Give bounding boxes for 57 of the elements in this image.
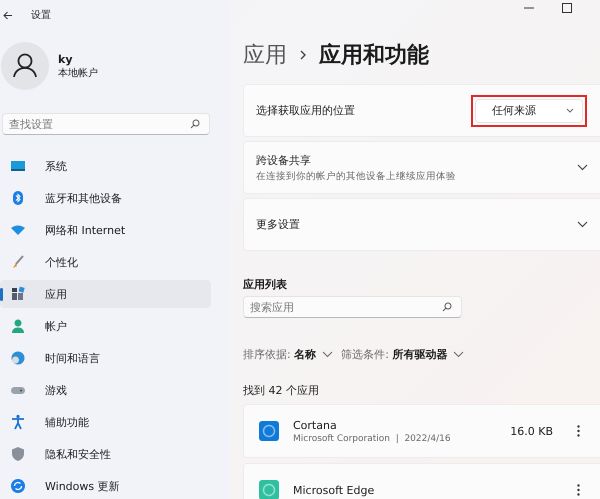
update-icon [10, 478, 26, 494]
avatar-icon [1, 42, 49, 90]
maximize-icon[interactable] [562, 3, 572, 13]
system-icon [10, 158, 26, 174]
nav-item[interactable]: 应用 [0, 280, 211, 308]
setting-card[interactable]: 更多设置 [243, 198, 600, 251]
search-field[interactable]: 搜索应用 [243, 296, 462, 318]
nav-item[interactable]: 辅助功能 [0, 408, 211, 436]
chevron-down-icon [322, 351, 334, 358]
app-name: Microsoft Edge [293, 484, 376, 496]
setting-label: 更多设置 [256, 217, 301, 232]
sort-dropdown[interactable]: 排序依据: 名称 [243, 347, 334, 362]
chevron-down-icon [566, 108, 574, 113]
app-count: 找到 42 个应用 [243, 383, 320, 398]
time-icon [10, 350, 26, 366]
nav-item[interactable]: 系统 [0, 152, 211, 180]
nav-item[interactable]: 帐户 [0, 312, 211, 340]
setting-label: 跨设备共享 [256, 152, 312, 168]
chevron-down-icon [577, 221, 588, 228]
apps-icon [10, 286, 26, 302]
nav-item[interactable]: 时间和语言 [0, 344, 211, 372]
back-icon[interactable] [3, 10, 13, 20]
chevron-down-icon [577, 164, 588, 171]
nav-item[interactable]: 网络和 Internet [0, 216, 211, 244]
app-details: Microsoft Corporation | 2022/4/16 [293, 434, 452, 444]
more-icon[interactable] [577, 425, 580, 437]
app-name: Cortana [293, 418, 338, 432]
app-row[interactable]: Microsoft Edge [243, 463, 600, 499]
setting-card[interactable]: 跨设备共享 在连接到你的帐户的其他设备上继续应用体验 [243, 141, 600, 194]
page-title: 应用和功能 [319, 42, 429, 70]
nav-item[interactable]: 隐私和安全性 [0, 440, 211, 468]
more-icon[interactable] [577, 484, 580, 496]
nav-item[interactable]: 蓝牙和其他设备 [0, 184, 211, 212]
source-dropdown[interactable]: 任何来源 [475, 98, 583, 122]
section-heading: 应用列表 [243, 277, 288, 292]
app-row[interactable]: Cortana Microsoft Corporation | 2022/4/16 16.0 KB [243, 404, 600, 458]
account-type: 本地帐户 [58, 66, 98, 80]
account-icon [10, 318, 26, 334]
app-size: 16.0 KB [510, 424, 553, 438]
search-field[interactable]: 查找设置 [2, 113, 210, 135]
nav-item[interactable]: 游戏 [0, 376, 211, 404]
user-name: ky [58, 52, 74, 66]
filter-dropdown[interactable]: 筛选条件: 所有驱动器 [341, 347, 464, 362]
bluetooth-icon [10, 190, 26, 206]
chevron-icon [299, 49, 307, 61]
setting-description: 在连接到你的帐户的其他设备上继续应用体验 [256, 170, 457, 182]
setting-label: 选择获取应用的位置 [256, 103, 356, 118]
breadcrumb-link[interactable]: 应用 [243, 40, 287, 70]
search-icon [442, 302, 452, 312]
search-icon [190, 119, 200, 129]
nav-item[interactable]: Windows 更新 [0, 472, 211, 499]
privacy-icon [10, 446, 26, 462]
window-title: 设置 [31, 8, 51, 22]
nav-item[interactable]: 个性化 [0, 248, 211, 276]
chevron-down-icon [453, 351, 464, 358]
brush-icon [10, 254, 26, 270]
accessibility-icon [10, 414, 26, 430]
